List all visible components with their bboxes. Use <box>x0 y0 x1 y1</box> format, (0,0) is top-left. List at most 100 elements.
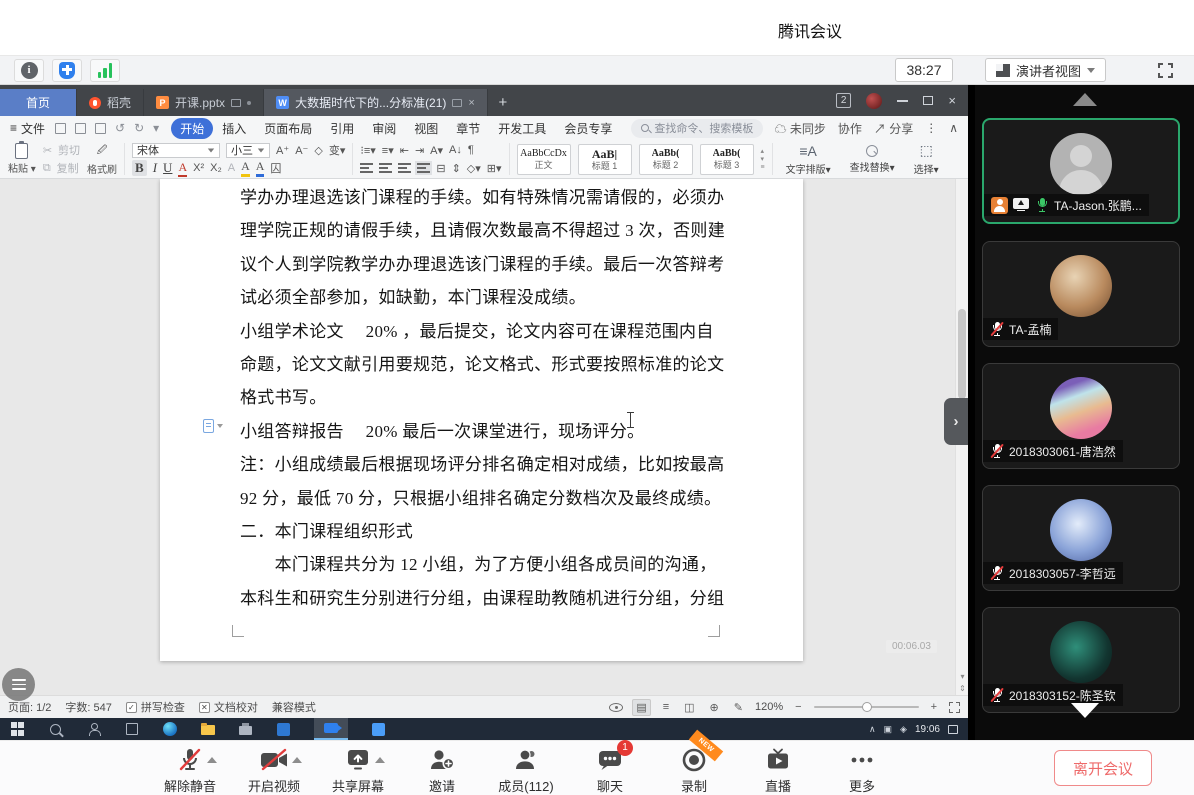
style-heading3[interactable]: AaBb( 标题 3 <box>700 144 754 175</box>
text-effects-icon[interactable]: A <box>228 162 235 174</box>
font-name-select[interactable]: 宋体 <box>132 143 220 158</box>
command-search[interactable]: 查找命令、搜索模板 <box>631 119 763 138</box>
task-view-button[interactable] <box>124 722 139 737</box>
align-left-icon[interactable] <box>360 163 373 173</box>
style-heading2[interactable]: AaBb( 标题 2 <box>639 144 693 175</box>
fullscreen-button[interactable] <box>1150 58 1180 82</box>
menu-review[interactable]: 审阅 <box>363 118 405 139</box>
sidebar-expand-tab[interactable]: › <box>944 398 968 445</box>
restore-icon[interactable] <box>923 96 933 105</box>
pinyin-icon[interactable]: 变▾ <box>329 142 346 158</box>
zoom-slider[interactable] <box>814 706 919 708</box>
participant-tile[interactable]: 2018303057-李哲远 <box>982 485 1180 591</box>
font-color-icon[interactable]: A <box>256 159 265 177</box>
bullet-list-icon[interactable]: ⁝≡▾ <box>360 144 375 157</box>
paste-button[interactable]: 粘贴 ▾ <box>8 143 36 175</box>
pen-view-icon[interactable]: ✎ <box>731 700 746 715</box>
taskbar-app-2[interactable] <box>371 722 386 737</box>
menu-references[interactable]: 引用 <box>321 118 363 139</box>
notification-center-icon[interactable] <box>948 725 958 734</box>
web-view-icon[interactable]: ⊕ <box>707 700 722 715</box>
account-avatar[interactable] <box>866 93 882 109</box>
start-video-button[interactable]: 开启视频 <box>232 746 316 795</box>
numbered-list-icon[interactable]: ≡▾ <box>382 144 394 157</box>
tray-icon[interactable]: ◈ <box>900 724 907 735</box>
zoom-level[interactable]: 120% <box>755 701 783 713</box>
increase-indent-icon[interactable]: ⇥ <box>415 144 424 157</box>
live-button[interactable]: 直播 <box>736 746 820 795</box>
print-icon[interactable] <box>75 123 86 134</box>
zoom-in-icon[interactable]: + <box>928 700 940 714</box>
chat-button[interactable]: 1 聊天 <box>568 746 652 795</box>
cut-button[interactable]: ✂ 剪切 <box>43 143 80 158</box>
outline-view-icon[interactable]: ≡ <box>660 700 672 714</box>
sort-icon[interactable]: A↓ <box>449 144 462 156</box>
two-page-view-icon[interactable]: ◫ <box>681 700 697 715</box>
distribute-icon[interactable]: ⊟ <box>436 162 445 175</box>
minimize-icon[interactable] <box>897 100 908 102</box>
undo-icon[interactable]: ↺ <box>115 121 125 135</box>
collaborate-button[interactable]: 协作 <box>838 120 862 137</box>
word-count[interactable]: 字数: 547 <box>65 699 111 715</box>
scroll-down-icon[interactable] <box>1071 703 1099 718</box>
scroll-split-icon[interactable]: ⇕ <box>956 684 968 693</box>
font-size-select[interactable]: 小三 <box>226 143 270 158</box>
style-heading1[interactable]: AaB| 标题 1 <box>578 144 632 175</box>
members-button[interactable]: 成员(112) <box>484 746 568 795</box>
menu-view[interactable]: 视图 <box>405 118 447 139</box>
leave-meeting-button[interactable]: 离开会议 <box>1054 750 1152 786</box>
redo-icon[interactable]: ↻ <box>134 121 144 135</box>
kebab-menu-icon[interactable]: ⋮ <box>925 121 937 135</box>
collapse-ribbon-icon[interactable]: ∧ <box>949 121 958 135</box>
document-text[interactable]: 学办办理退选该门课程的手续。如有特殊情况需请假的，必须办 理学院正规的请假手续，… <box>240 181 718 615</box>
tray-expand-icon[interactable]: ∧ <box>869 724 876 735</box>
decrease-indent-icon[interactable]: ⇤ <box>400 144 409 157</box>
borders-icon[interactable]: ⊞▾ <box>487 162 502 175</box>
clear-format-icon[interactable]: ◇ <box>314 144 322 157</box>
participant-tile[interactable]: 2018303152-陈圣钦 <box>982 607 1180 713</box>
char-style-icon[interactable]: A <box>178 160 187 177</box>
participant-tile[interactable]: TA-Jason.张鹏... <box>982 118 1180 224</box>
menu-page-layout[interactable]: 页面布局 <box>255 118 321 139</box>
italic-icon[interactable]: I <box>153 160 157 176</box>
start-button[interactable] <box>10 722 25 737</box>
underline-icon[interactable]: U <box>163 160 172 176</box>
highlight-color-icon[interactable]: A <box>241 159 250 177</box>
style-normal[interactable]: AaBbCcDx 正文 <box>517 144 571 175</box>
document-canvas[interactable]: 学办办理退选该门课程的手续。如有特殊情况需请假的，必须办 理学院正规的请假手续，… <box>0 179 968 695</box>
zoom-slider-knob[interactable] <box>862 702 872 712</box>
save-icon[interactable] <box>55 123 66 134</box>
menu-insert[interactable]: 插入 <box>213 118 255 139</box>
scroll-up-icon[interactable] <box>1073 93 1097 106</box>
align-right-icon[interactable] <box>398 163 411 173</box>
copy-button[interactable]: ⧉ 复制 <box>43 161 80 176</box>
annotation-marker[interactable] <box>203 419 223 433</box>
line-spacing-icon[interactable]: ⇕ <box>452 162 461 175</box>
view-mode-dropdown[interactable]: 演讲者视图 <box>985 58 1106 82</box>
taskbar-explorer[interactable] <box>200 722 215 737</box>
share-options-caret[interactable] <box>375 757 385 763</box>
taskbar-search[interactable] <box>48 722 63 737</box>
taskbar-people[interactable] <box>86 722 101 737</box>
record-button[interactable]: NEW 录制 <box>652 746 736 795</box>
unmute-button[interactable]: 解除静音 <box>148 746 232 795</box>
align-center-icon[interactable] <box>379 163 392 173</box>
file-menu[interactable]: ≡ 文件 <box>10 120 45 137</box>
eye-protect-icon[interactable] <box>609 703 623 712</box>
menu-section[interactable]: 章节 <box>447 118 489 139</box>
format-painter-button[interactable]: 🖉 格式刷 <box>87 143 117 176</box>
proofing-toggle[interactable]: ✕文档校对 <box>199 699 258 715</box>
new-tab-button[interactable]: + <box>488 89 518 116</box>
superscript-icon[interactable]: X² <box>193 162 204 174</box>
wps-tab-current-doc[interactable]: W 大数据时代下的...分标准(21) × <box>264 89 488 116</box>
scroll-down-icon[interactable]: ▾ <box>956 672 968 681</box>
subscript-icon[interactable]: X₂ <box>210 162 222 174</box>
fullscreen-icon[interactable] <box>949 702 960 713</box>
taskbar-printer[interactable] <box>238 722 253 737</box>
spellcheck-toggle[interactable]: ✓拼写检查 <box>126 699 185 715</box>
video-options-caret[interactable] <box>292 757 302 763</box>
share-button[interactable]: ↗ 分享 <box>874 120 913 137</box>
document-page[interactable]: 学办办理退选该门课程的手续。如有特殊情况需请假的，必须办 理学院正规的请假手续，… <box>160 179 803 661</box>
participant-tile[interactable]: TA-孟楠 <box>982 241 1180 347</box>
select-button[interactable]: ⬚ 选择▾ <box>908 142 945 176</box>
